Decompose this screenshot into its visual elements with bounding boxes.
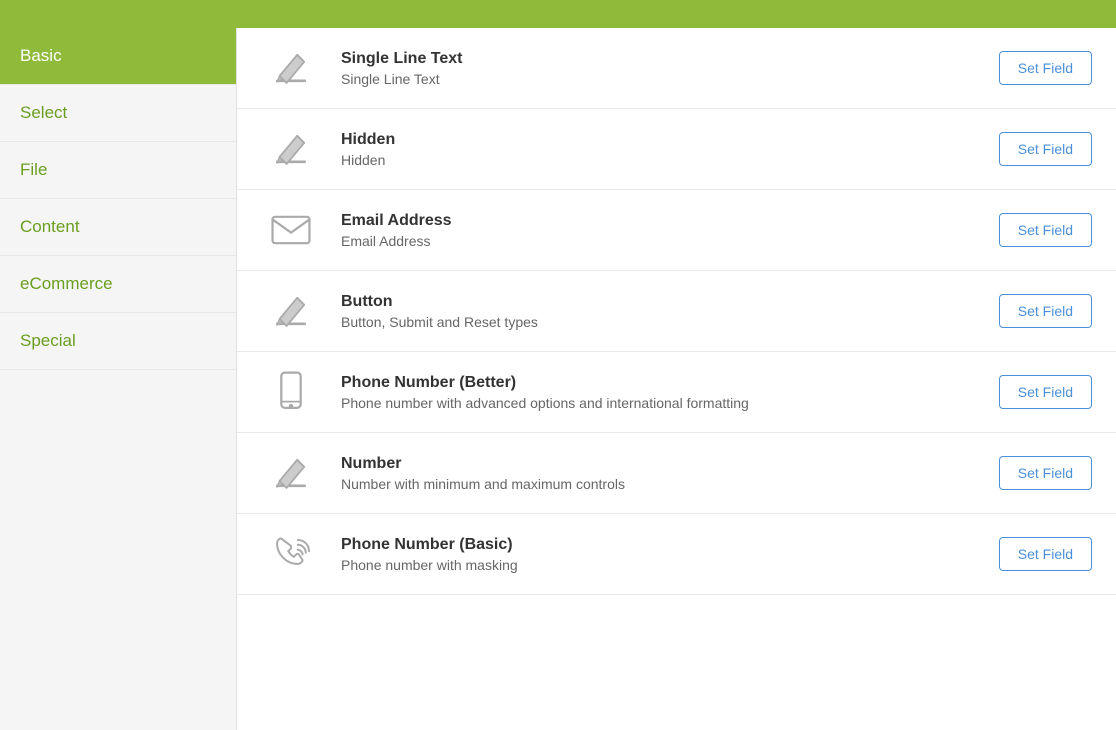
field-name-number: Number (341, 455, 975, 473)
field-row-phone-number-basic: Phone Number (Basic) Phone number with m… (237, 514, 1116, 595)
field-icon-number (261, 451, 321, 495)
set-field-button-single-line-text[interactable]: Set Field (999, 51, 1092, 85)
modal-header (0, 0, 1116, 28)
field-name-phone-number-basic: Phone Number (Basic) (341, 536, 975, 554)
modal-body: BasicSelectFileContenteCommerceSpecial S… (0, 28, 1116, 730)
field-icon-button (261, 289, 321, 333)
field-info-email-address: Email Address Email Address (341, 212, 975, 249)
field-icon-phone-number-basic (261, 532, 321, 576)
field-icon-email-address (261, 208, 321, 252)
fields-modal: BasicSelectFileContenteCommerceSpecial S… (0, 0, 1116, 730)
field-desc-phone-number-better: Phone number with advanced options and i… (341, 395, 975, 411)
field-desc-hidden: Hidden (341, 152, 975, 168)
field-info-single-line-text: Single Line Text Single Line Text (341, 50, 975, 87)
set-field-button-button[interactable]: Set Field (999, 294, 1092, 328)
set-field-button-number[interactable]: Set Field (999, 456, 1092, 490)
field-desc-phone-number-basic: Phone number with masking (341, 557, 975, 573)
sidebar-item-basic[interactable]: Basic (0, 28, 236, 85)
field-info-phone-number-better: Phone Number (Better) Phone number with … (341, 374, 975, 411)
field-desc-button: Button, Submit and Reset types (341, 314, 975, 330)
set-field-button-hidden[interactable]: Set Field (999, 132, 1092, 166)
field-icon-hidden (261, 127, 321, 171)
field-info-button: Button Button, Submit and Reset types (341, 293, 975, 330)
field-row-email-address: Email Address Email Address Set Field (237, 190, 1116, 271)
sidebar-item-ecommerce[interactable]: eCommerce (0, 256, 236, 313)
field-desc-email-address: Email Address (341, 233, 975, 249)
field-row-number: Number Number with minimum and maximum c… (237, 433, 1116, 514)
field-icon-phone-number-better (261, 370, 321, 414)
field-info-phone-number-basic: Phone Number (Basic) Phone number with m… (341, 536, 975, 573)
sidebar-item-content[interactable]: Content (0, 199, 236, 256)
sidebar: BasicSelectFileContenteCommerceSpecial (0, 28, 237, 730)
field-row-button: Button Button, Submit and Reset types Se… (237, 271, 1116, 352)
field-name-button: Button (341, 293, 975, 311)
sidebar-item-select[interactable]: Select (0, 85, 236, 142)
field-row-phone-number-better: Phone Number (Better) Phone number with … (237, 352, 1116, 433)
sidebar-item-file[interactable]: File (0, 142, 236, 199)
field-name-single-line-text: Single Line Text (341, 50, 975, 68)
field-name-hidden: Hidden (341, 131, 975, 149)
sidebar-item-special[interactable]: Special (0, 313, 236, 370)
set-field-button-phone-number-better[interactable]: Set Field (999, 375, 1092, 409)
field-name-phone-number-better: Phone Number (Better) (341, 374, 975, 392)
field-icon-single-line-text (261, 46, 321, 90)
fields-content: Single Line Text Single Line Text Set Fi… (237, 28, 1116, 730)
field-name-email-address: Email Address (341, 212, 975, 230)
field-info-hidden: Hidden Hidden (341, 131, 975, 168)
field-desc-number: Number with minimum and maximum controls (341, 476, 975, 492)
field-info-number: Number Number with minimum and maximum c… (341, 455, 975, 492)
set-field-button-email-address[interactable]: Set Field (999, 213, 1092, 247)
field-row-single-line-text: Single Line Text Single Line Text Set Fi… (237, 28, 1116, 109)
field-row-hidden: Hidden Hidden Set Field (237, 109, 1116, 190)
field-desc-single-line-text: Single Line Text (341, 71, 975, 87)
set-field-button-phone-number-basic[interactable]: Set Field (999, 537, 1092, 571)
